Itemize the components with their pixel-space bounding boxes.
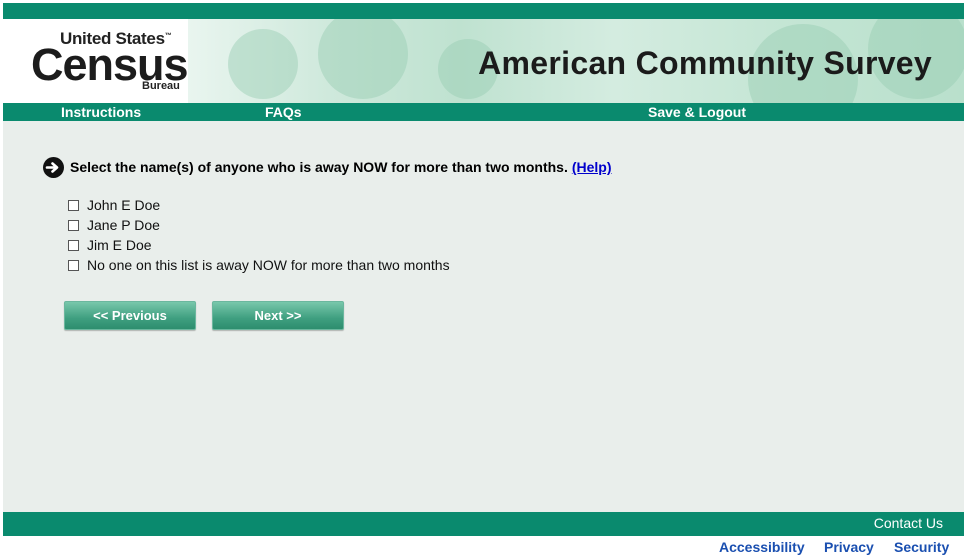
privacy-link[interactable]: Privacy xyxy=(824,539,874,555)
nav-faqs-link[interactable]: FAQs xyxy=(265,104,302,120)
next-button[interactable]: Next >> xyxy=(212,301,344,330)
site-header: United States™ Census Bureau American Co… xyxy=(3,19,964,103)
page-frame: United States™ Census Bureau American Co… xyxy=(3,3,964,536)
nav-instructions-link[interactable]: Instructions xyxy=(61,104,141,120)
checkbox[interactable] xyxy=(68,240,79,251)
logo-bureau: Bureau xyxy=(142,80,180,92)
option-label: Jane P Doe xyxy=(87,217,160,233)
accessibility-link[interactable]: Accessibility xyxy=(719,539,805,555)
footer-bar: Contact Us xyxy=(3,512,964,536)
census-bureau-logo[interactable]: United States™ Census Bureau xyxy=(31,29,191,99)
page-title: American Community Survey xyxy=(478,45,932,81)
checkbox[interactable] xyxy=(68,200,79,211)
question-text: Select the name(s) of anyone who is away… xyxy=(70,159,612,175)
security-link[interactable]: Security xyxy=(894,539,949,555)
contact-us-link[interactable]: Contact Us xyxy=(874,515,943,531)
arrow-right-icon xyxy=(43,157,64,178)
checkbox[interactable] xyxy=(68,220,79,231)
help-link[interactable]: (Help) xyxy=(572,159,612,175)
top-bar xyxy=(3,3,964,19)
previous-button[interactable]: << Previous xyxy=(64,301,196,330)
option-label: Jim E Doe xyxy=(87,237,152,253)
nav-save-logout-link[interactable]: Save & Logout xyxy=(648,104,746,120)
option-label: No one on this list is away NOW for more… xyxy=(87,257,450,273)
nav-bar: Instructions FAQs Save & Logout xyxy=(3,103,964,121)
checkbox[interactable] xyxy=(68,260,79,271)
option-label: John E Doe xyxy=(87,197,161,213)
